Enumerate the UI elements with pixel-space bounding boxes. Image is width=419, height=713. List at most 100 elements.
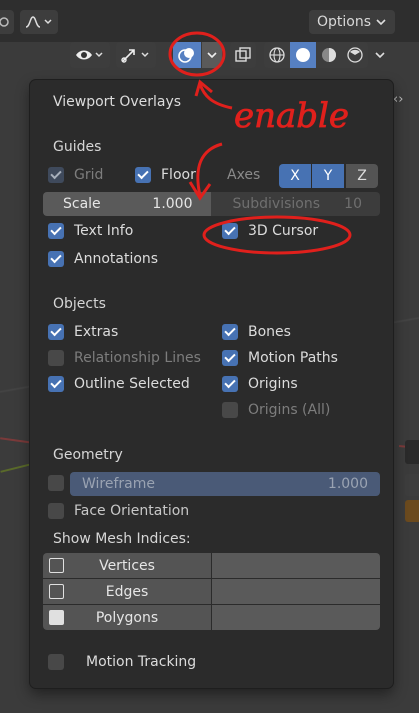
shading-dropdown[interactable] xyxy=(370,42,390,68)
bones-label: Bones xyxy=(248,324,291,340)
checkbox[interactable] xyxy=(222,324,238,340)
motion-paths-checkbox[interactable]: Motion Paths xyxy=(222,350,338,366)
checkbox[interactable] xyxy=(222,402,238,418)
motion-tracking-checkbox[interactable]: Motion Tracking xyxy=(48,654,196,670)
sidebar-tab[interactable] xyxy=(405,474,419,496)
origins-label: Origins xyxy=(248,376,298,392)
text-info-label: Text Info xyxy=(74,223,134,239)
polygons-button[interactable]: Polygons xyxy=(43,605,211,630)
annotations-checkbox[interactable]: Annotations xyxy=(48,251,158,267)
vertices-button[interactable]: Vertices xyxy=(43,553,211,578)
shading-material[interactable] xyxy=(316,42,342,68)
mesh-indices-row: Vertices xyxy=(43,553,380,578)
chevron-down-icon xyxy=(376,19,386,26)
mesh-indices-label: Show Mesh Indices: xyxy=(53,531,191,547)
viewport-header: Options xyxy=(0,0,419,42)
collapse-sidebar-icon[interactable]: ‹› xyxy=(393,92,403,107)
edges-toggle[interactable] xyxy=(212,579,380,604)
wireframe-label: Wireframe xyxy=(82,476,156,492)
sidebar-tab[interactable] xyxy=(405,440,419,464)
checkbox[interactable] xyxy=(135,167,151,183)
curve-falloff-icon[interactable] xyxy=(20,10,58,34)
checkbox[interactable] xyxy=(48,503,64,519)
axis-z-toggle[interactable]: Z xyxy=(346,164,378,188)
editor-type-icon[interactable] xyxy=(0,10,14,34)
gizmo-arrow-icon xyxy=(121,49,149,63)
checkbox[interactable] xyxy=(222,350,238,366)
gizmo-dropdown[interactable] xyxy=(116,42,156,68)
shading-rendered[interactable] xyxy=(342,42,368,68)
grid-checkbox[interactable]: Grid xyxy=(48,167,103,183)
axis-y-toggle[interactable]: Y xyxy=(312,164,344,188)
checkbox[interactable] xyxy=(48,324,64,340)
viewport-toolbar xyxy=(70,42,419,72)
motion-tracking-label: Motion Tracking xyxy=(86,654,197,670)
polygons-label: Polygons xyxy=(95,609,159,626)
overlays-toggle[interactable] xyxy=(173,42,201,68)
visibility-dropdown[interactable] xyxy=(70,42,110,68)
guides-section-label: Guides xyxy=(53,139,102,155)
wireframe-sphere-icon xyxy=(269,47,285,63)
wireframe-checkbox[interactable] xyxy=(48,475,64,491)
mesh-indices-row: Edges xyxy=(43,579,380,604)
checkbox[interactable] xyxy=(48,376,64,392)
outline-selected-checkbox[interactable]: Outline Selected xyxy=(48,376,190,392)
xray-toggle[interactable] xyxy=(230,42,256,68)
extras-checkbox[interactable]: Extras xyxy=(48,324,118,340)
chevron-down-icon xyxy=(375,52,385,59)
solid-sphere-icon xyxy=(296,48,310,62)
chevron-down-icon xyxy=(207,52,217,59)
grid-label: Grid xyxy=(74,167,104,183)
edges-button[interactable]: Edges xyxy=(43,579,211,604)
relationship-lines-label: Relationship Lines xyxy=(74,350,201,366)
polygons-toggle[interactable] xyxy=(212,605,380,630)
face-orientation-checkbox[interactable]: Face Orientation xyxy=(48,503,189,519)
wireframe-value: 1.000 xyxy=(327,476,368,492)
floor-label: Floor xyxy=(161,167,196,183)
checkbox[interactable] xyxy=(48,223,64,239)
rendered-sphere-icon xyxy=(347,47,363,63)
face-orientation-label: Face Orientation xyxy=(74,503,190,519)
vertices-label: Vertices xyxy=(99,557,155,574)
checkbox[interactable] xyxy=(48,654,64,670)
checkbox[interactable] xyxy=(48,475,64,491)
vertices-toggle[interactable] xyxy=(212,553,380,578)
axes-label: Axes xyxy=(227,167,261,183)
checkbox[interactable] xyxy=(48,251,64,267)
wireframe-slider[interactable]: Wireframe 1.000 xyxy=(70,472,380,496)
sidebar-tab[interactable] xyxy=(405,500,419,522)
origins-checkbox[interactable]: Origins xyxy=(222,376,298,392)
subdivisions-slider[interactable]: Subdivisions 10 xyxy=(210,192,380,216)
origins-all-label: Origins (All) xyxy=(248,402,331,418)
bones-checkbox[interactable]: Bones xyxy=(222,324,291,340)
vertex-select-icon xyxy=(49,558,64,573)
relationship-lines-checkbox[interactable]: Relationship Lines xyxy=(48,350,201,366)
outline-selected-label: Outline Selected xyxy=(74,376,190,392)
shading-wireframe[interactable] xyxy=(264,42,290,68)
scale-value: 1.000 xyxy=(152,196,193,212)
axis-x-toggle[interactable]: X xyxy=(279,164,311,188)
text-info-checkbox[interactable]: Text Info xyxy=(48,223,133,239)
scale-label: Scale xyxy=(63,196,101,212)
checkbox[interactable] xyxy=(222,223,238,239)
viewport-overlays-popover: Viewport Overlays Guides Grid Floor Axes… xyxy=(30,80,393,688)
checkbox[interactable] xyxy=(222,376,238,392)
origins-all-checkbox[interactable]: Origins (All) xyxy=(222,402,330,418)
motion-paths-label: Motion Paths xyxy=(248,350,338,366)
options-dropdown[interactable]: Options xyxy=(309,10,395,34)
overlays-icon xyxy=(178,48,194,63)
eye-icon xyxy=(76,50,103,60)
panel-title: Viewport Overlays xyxy=(53,94,182,110)
floor-checkbox[interactable]: Floor xyxy=(135,167,196,183)
geometry-section-label: Geometry xyxy=(53,447,123,463)
scale-slider[interactable]: Scale 1.000 xyxy=(43,192,211,216)
overlays-dropdown[interactable] xyxy=(202,42,222,68)
subdivisions-value: 10 xyxy=(344,196,362,212)
cursor-3d-checkbox[interactable]: 3D Cursor xyxy=(222,223,318,239)
checkbox[interactable] xyxy=(48,167,64,183)
shading-solid[interactable] xyxy=(290,42,316,68)
checkbox[interactable] xyxy=(48,350,64,366)
mesh-indices-row: Polygons xyxy=(43,605,380,630)
subdivisions-label: Subdivisions xyxy=(232,196,321,212)
options-label: Options xyxy=(317,14,372,30)
